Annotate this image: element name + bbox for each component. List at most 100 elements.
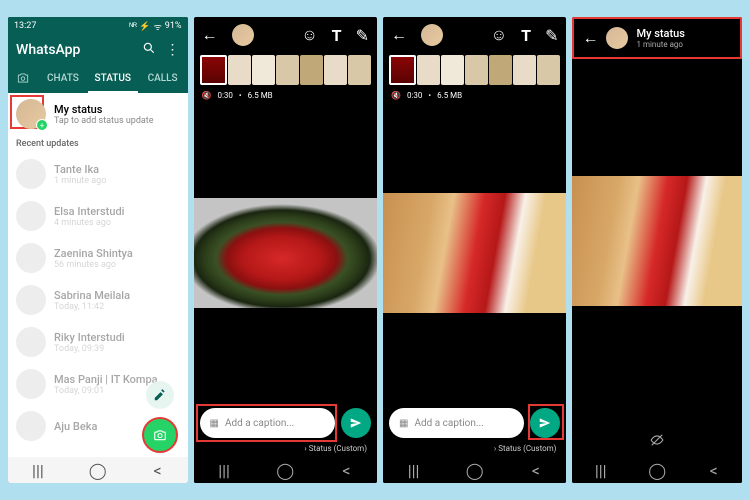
editor-toolbar: ← ☺ T ✎ (194, 17, 377, 53)
media-meta: 🔇 0:30•6.5 MB (194, 87, 377, 104)
tabs: CHATS STATUS CALLS (8, 65, 188, 93)
nav-home[interactable]: ◯ (89, 461, 107, 479)
thumb[interactable] (348, 55, 371, 85)
thumb[interactable] (465, 55, 488, 85)
mute-icon[interactable]: 🔇 (391, 91, 401, 100)
thumb[interactable] (417, 55, 440, 85)
contact-avatar (16, 411, 46, 441)
emoji-icon[interactable]: ☺ (491, 25, 507, 45)
contact-name: Riky Interstudi (54, 331, 180, 344)
caption-input[interactable]: ▦ Add a caption... (389, 408, 524, 438)
back-icon[interactable]: ← (582, 28, 598, 48)
nav-home[interactable]: ◯ (276, 461, 294, 479)
status-contact-row[interactable]: Tante Ika1 minute ago (8, 153, 188, 195)
views-icon[interactable] (572, 423, 742, 457)
thumb[interactable] (200, 55, 227, 85)
tab-camera[interactable] (8, 65, 38, 93)
more-icon[interactable]: ⋮ (166, 42, 180, 58)
nav-back[interactable]: < (149, 461, 167, 479)
viewer-title: My status (636, 27, 684, 40)
add-status-badge: + (36, 119, 48, 131)
contact-time: Today, 11:42 (54, 302, 180, 312)
media-preview[interactable] (194, 104, 377, 402)
screen-viewer: ← My status 1 minute ago ||| ◯ < (572, 17, 742, 483)
nav-back[interactable]: < (527, 461, 545, 479)
my-status-title: My status (54, 103, 180, 116)
send-button[interactable] (341, 408, 371, 438)
avatar (232, 24, 254, 46)
media-thumbnails[interactable] (194, 53, 377, 87)
media-meta: 🔇 0:30•6.5 MB (383, 87, 566, 104)
thumb[interactable] (389, 55, 416, 85)
search-icon[interactable] (142, 41, 156, 59)
back-icon[interactable]: ← (202, 25, 218, 45)
contact-name: Elsa Interstudi (54, 205, 180, 218)
tab-chats[interactable]: CHATS (38, 65, 88, 93)
android-nav-bar: ||| ◯ < (8, 457, 188, 483)
contact-avatar (16, 369, 46, 399)
media-thumbnails[interactable] (383, 53, 566, 87)
camera-fab[interactable] (142, 417, 178, 453)
nav-back[interactable]: < (705, 461, 723, 479)
android-nav-bar: ||| ◯ < (194, 457, 377, 483)
app-title: WhatsApp (16, 42, 132, 58)
thumb[interactable] (537, 55, 560, 85)
editor-toolbar: ← ☺ T ✎ (383, 17, 566, 53)
contact-avatar (16, 201, 46, 231)
text-icon[interactable]: T (521, 26, 531, 45)
send-button[interactable] (530, 408, 560, 438)
back-icon[interactable]: ← (391, 25, 407, 45)
nav-recent[interactable]: ||| (29, 461, 47, 479)
media-preview[interactable] (383, 104, 566, 402)
avatar (606, 27, 628, 49)
contact-time: 4 minutes ago (54, 218, 180, 228)
thumb[interactable] (489, 55, 512, 85)
edit-fab[interactable] (146, 381, 174, 409)
nav-back[interactable]: < (337, 461, 355, 479)
my-avatar: + (16, 99, 46, 129)
mute-icon[interactable]: 🔇 (202, 91, 212, 100)
my-status-row[interactable]: + My status Tap to add status update (8, 93, 188, 135)
thumb[interactable] (252, 55, 275, 85)
emoji-icon[interactable]: ☺ (301, 25, 317, 45)
caption-input[interactable]: ▦ Add a caption... (200, 408, 335, 438)
android-nav-bar: ||| ◯ < (572, 457, 742, 483)
caption-placeholder: Add a caption... (225, 418, 294, 429)
viewer-header[interactable]: ← My status 1 minute ago (572, 17, 742, 59)
nav-recent[interactable]: ||| (215, 461, 233, 479)
thumb[interactable] (441, 55, 464, 85)
text-icon[interactable]: T (332, 26, 342, 45)
recent-updates-header: Recent updates (8, 135, 188, 153)
status-contact-row[interactable]: Riky InterstudiToday, 09:39 (8, 321, 188, 363)
nav-recent[interactable]: ||| (592, 461, 610, 479)
status-contact-row[interactable]: Sabrina MeilalaToday, 11:42 (8, 279, 188, 321)
contact-name: Tante Ika (54, 163, 180, 176)
thumb[interactable] (228, 55, 251, 85)
screen-editor-1: ← ☺ T ✎ 🔇 0:30•6.5 MB ▦ Add a caption...… (194, 17, 377, 483)
app-bar: WhatsApp ⋮ (8, 35, 188, 65)
tab-calls[interactable]: CALLS (138, 65, 188, 93)
contact-avatar (16, 159, 46, 189)
thumb[interactable] (300, 55, 323, 85)
photo-icon[interactable]: ▦ (399, 418, 408, 429)
status-contact-row[interactable]: Elsa Interstudi4 minutes ago (8, 195, 188, 237)
thumb[interactable] (513, 55, 536, 85)
contact-avatar (16, 243, 46, 273)
nav-home[interactable]: ◯ (648, 461, 666, 479)
contact-time: 1 minute ago (54, 176, 180, 186)
caption-placeholder: Add a caption... (414, 418, 483, 429)
thumb[interactable] (324, 55, 347, 85)
thumb[interactable] (276, 55, 299, 85)
draw-icon[interactable]: ✎ (545, 26, 558, 45)
photo-icon[interactable]: ▦ (210, 418, 219, 429)
nav-home[interactable]: ◯ (466, 461, 484, 479)
contact-avatar (16, 285, 46, 315)
privacy-indicator[interactable]: › Status (Custom) (383, 444, 566, 457)
draw-icon[interactable]: ✎ (356, 26, 369, 45)
viewer-content[interactable] (572, 59, 742, 423)
privacy-indicator[interactable]: › Status (Custom) (194, 444, 377, 457)
status-contact-row[interactable]: Zaenina Shintya56 minutes ago (8, 237, 188, 279)
tab-status[interactable]: STATUS (88, 65, 138, 93)
android-nav-bar: ||| ◯ < (383, 457, 566, 483)
nav-recent[interactable]: ||| (405, 461, 423, 479)
